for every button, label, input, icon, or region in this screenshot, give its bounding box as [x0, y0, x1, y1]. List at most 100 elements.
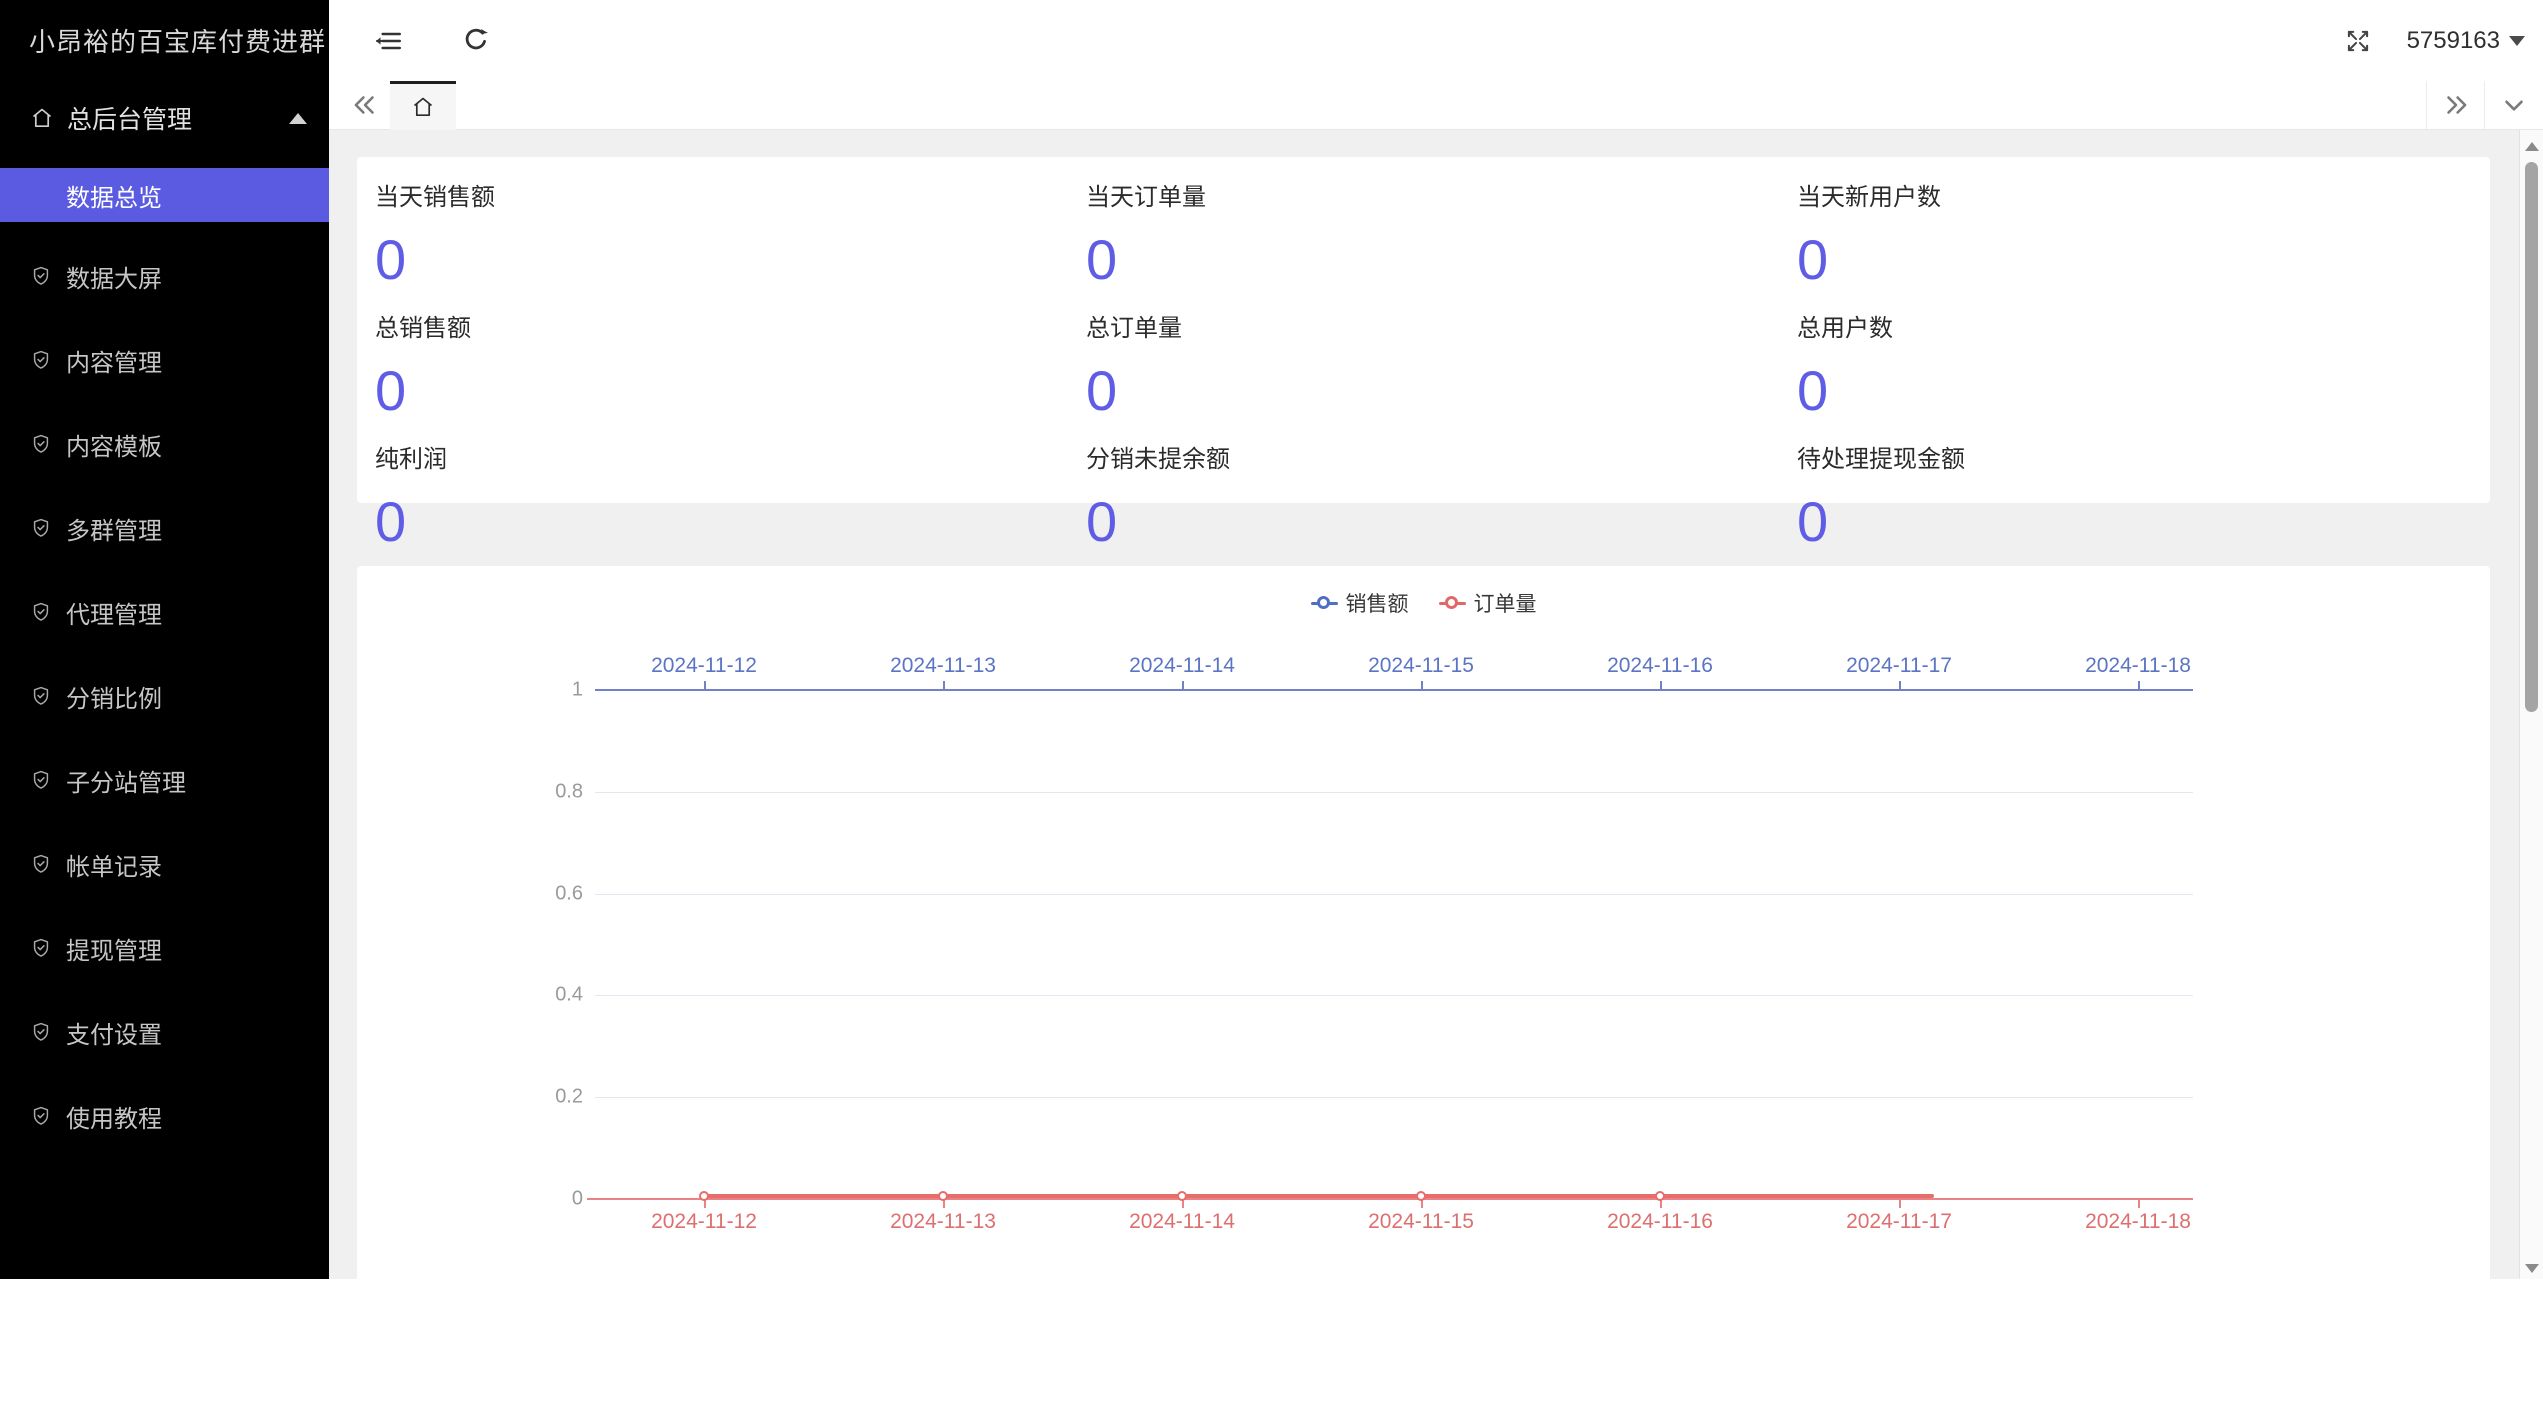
- stat-label: 当天销售额: [375, 184, 495, 211]
- sidebar-item[interactable]: 内容管理: [0, 318, 329, 402]
- caret-up-icon: [289, 112, 307, 124]
- gridline: [595, 1097, 2193, 1099]
- y-axis-label: 0.2: [555, 1085, 583, 1108]
- tabs-scroll-left[interactable]: [343, 81, 387, 129]
- gridline: [595, 791, 2193, 793]
- stat-card: 总订单量 0: [1068, 288, 1779, 419]
- stat-value: 0: [375, 228, 407, 291]
- collapse-sidebar-icon[interactable]: [373, 26, 403, 56]
- shield-check-icon: [30, 264, 52, 288]
- shield-check-icon: [30, 516, 52, 540]
- refresh-icon[interactable]: [462, 26, 492, 56]
- tabs-scroll-right[interactable]: [2426, 81, 2484, 129]
- stat-card: 待处理提现金额 0: [1779, 419, 2490, 550]
- stat-value: 0: [1797, 359, 1829, 422]
- sidebar-item[interactable]: 代理管理: [0, 570, 329, 654]
- stat-card: 当天新用户数 0: [1779, 157, 2490, 288]
- axis-tick: [1421, 1200, 1423, 1208]
- fullscreen-icon[interactable]: [2345, 28, 2371, 54]
- stat-value: 0: [1797, 228, 1829, 291]
- sidebar-item[interactable]: 提现管理: [0, 906, 329, 990]
- sidebar-item[interactable]: 使用教程: [0, 1074, 329, 1158]
- sidebar-item-label: 内容模板: [66, 433, 162, 461]
- sidebar-item-label: 多群管理: [66, 517, 162, 545]
- x-axis-label-top: 2024-11-13: [890, 654, 996, 677]
- sidebar-item[interactable]: 子分站管理: [0, 738, 329, 822]
- axis-tick: [1182, 1200, 1184, 1208]
- axis-tick: [943, 1200, 945, 1208]
- y-axis-label: 0.6: [555, 882, 583, 905]
- stat-card: 分销未提余额 0: [1068, 419, 1779, 550]
- sidebar-section-admin[interactable]: 总后台管理: [0, 81, 329, 154]
- sidebar-item-label: 帐单记录: [66, 853, 162, 881]
- data-point-marker: [938, 1191, 948, 1201]
- gridline: [595, 893, 2193, 895]
- sidebar-item[interactable]: 数据大屏: [0, 234, 329, 318]
- vertical-scrollbar: [2519, 130, 2543, 1279]
- stat-label: 分销未提余额: [1086, 446, 1230, 473]
- sidebar-menu: 数据大屏内容管理内容模板多群管理代理管理分销比例子分站管理帐单记录提现管理支付设…: [0, 234, 329, 1158]
- sales-orders-chart: 销售额 订单量 0 0.2 0.4 0.6 0.8 1 2024-11-12 2024-11-…: [357, 566, 2490, 1409]
- x-axis-label-bottom: 2024-11-16: [1607, 1210, 1713, 1233]
- x-axis-label-bottom: 2024-11-12: [651, 1210, 757, 1233]
- x-axis-label-bottom: 2024-11-17: [1846, 1210, 1952, 1233]
- sidebar-item-label: 支付设置: [66, 1021, 162, 1049]
- home-icon: [413, 97, 433, 117]
- shield-check-icon: [30, 348, 52, 372]
- y-axis-label: 0.4: [555, 983, 583, 1006]
- shield-check-icon: [30, 1020, 52, 1044]
- x-axis-label-top: 2024-11-14: [1129, 654, 1235, 677]
- topbar: 5759163: [329, 0, 2543, 81]
- scroll-up-arrow[interactable]: [2525, 142, 2539, 151]
- stat-label: 当天订单量: [1086, 184, 1206, 211]
- scroll-down-arrow[interactable]: [2525, 1264, 2539, 1273]
- sidebar-item-label: 数据总览: [66, 184, 162, 212]
- stat-value: 0: [375, 490, 407, 553]
- x-axis-label-bottom: 2024-11-13: [890, 1210, 996, 1233]
- sidebar-item-label: 子分站管理: [66, 769, 186, 797]
- axis-tick: [1899, 681, 1901, 689]
- axis-tick: [2138, 1200, 2140, 1208]
- sidebar-item[interactable]: 多群管理: [0, 486, 329, 570]
- user-menu[interactable]: 5759163: [2407, 0, 2525, 81]
- stat-value: 0: [375, 359, 407, 422]
- shield-check-icon: [30, 936, 52, 960]
- stat-card: 当天订单量 0: [1068, 157, 1779, 288]
- data-point-marker: [1655, 1191, 1665, 1201]
- sidebar-item-label: 代理管理: [66, 601, 162, 629]
- axis-tick: [1899, 1200, 1901, 1208]
- sidebar-item[interactable]: 内容模板: [0, 402, 329, 486]
- shield-check-icon: [30, 684, 52, 708]
- shield-check-icon: [30, 600, 52, 624]
- sidebar-item-label: 使用教程: [66, 1105, 162, 1133]
- sidebar-item-label: 数据大屏: [66, 265, 162, 293]
- data-point-marker: [1177, 1191, 1187, 1201]
- x-axis-label-top: 2024-11-18: [2085, 654, 2191, 677]
- axis-tick: [1421, 681, 1423, 689]
- tabs-dropdown[interactable]: [2484, 81, 2543, 129]
- sidebar-item[interactable]: 支付设置: [0, 990, 329, 1074]
- x-axis-label-bottom: 2024-11-15: [1368, 1210, 1474, 1233]
- stat-label: 待处理提现金额: [1797, 446, 1965, 473]
- stats-grid: 当天销售额 0 当天订单量 0 当天新用户数 0 总销售额 0 总订单量 0 总用户数 0 纯利润 0 分销…: [357, 157, 2490, 550]
- sidebar-item-data-overview[interactable]: 数据总览: [0, 168, 329, 222]
- main-content: 当天销售额 0 当天订单量 0 当天新用户数 0 总销售额 0 总订单量 0 总用户数 0 纯利润 0 分销…: [329, 130, 2543, 1409]
- tab-bar: [329, 81, 2543, 130]
- stat-card: 总销售额 0: [357, 288, 1068, 419]
- sidebar-item[interactable]: 分销比例: [0, 654, 329, 738]
- axis-tick: [1182, 681, 1184, 689]
- sidebar: 小昂裕的百宝库付费进群 总后台管理 数据总览 数据大屏 内容管理 内容模板 多群管理代…: [0, 0, 329, 1279]
- shield-check-icon: [30, 768, 52, 792]
- orders-series-line: [704, 1194, 1934, 1198]
- axis-tick: [1660, 1200, 1662, 1208]
- axis-tick: [2138, 681, 2140, 689]
- shield-check-icon: [30, 432, 52, 456]
- tab-home[interactable]: [390, 81, 456, 130]
- scrollbar-thumb[interactable]: [2525, 162, 2538, 712]
- home-icon: [30, 106, 54, 130]
- stat-value: 0: [1086, 490, 1118, 553]
- y-axis-label: 1: [571, 678, 583, 701]
- x-axis-top-line: [595, 689, 2193, 691]
- y-axis-label: 0: [571, 1187, 583, 1210]
- sidebar-item[interactable]: 帐单记录: [0, 822, 329, 906]
